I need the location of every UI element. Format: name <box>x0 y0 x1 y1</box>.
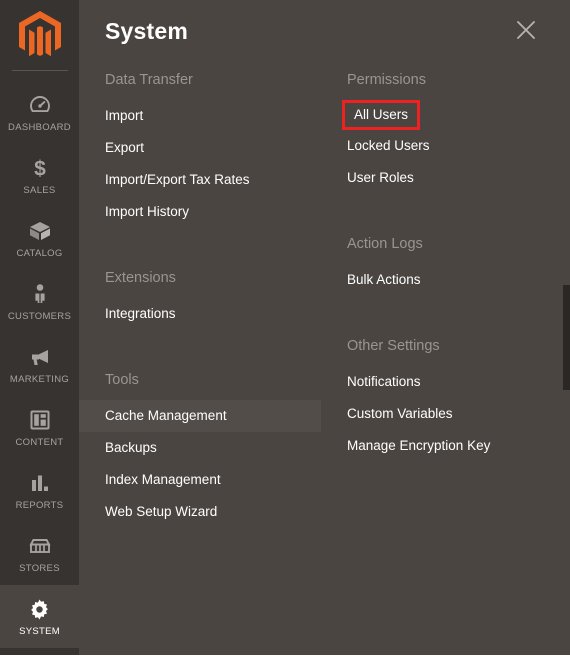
sidebar-divider <box>11 70 68 71</box>
gear-icon <box>27 596 53 622</box>
panel-left-column: Data Transfer Import Export Import/Expor… <box>79 70 321 528</box>
all-users-highlight-box: All Users <box>342 100 421 130</box>
sidebar-item-label: DASHBOARD <box>8 122 71 133</box>
sidebar-item-catalog[interactable]: CATALOG <box>0 207 79 270</box>
menu-item-bulk-actions[interactable]: Bulk Actions <box>321 264 563 296</box>
sidebar-item-label: SALES <box>23 185 56 196</box>
storefront-awning-icon <box>27 533 53 559</box>
panel-right-column: Permissions All Users Locked Users User … <box>321 70 563 528</box>
menu-item-index-management[interactable]: Index Management <box>79 464 321 496</box>
panel-columns: Data Transfer Import Export Import/Expor… <box>79 70 563 528</box>
sidebar-item-label: CATALOG <box>16 248 63 259</box>
magento-logo[interactable] <box>0 0 79 70</box>
menu-item-integrations[interactable]: Integrations <box>79 298 321 330</box>
dashboard-gauge-icon <box>27 92 53 118</box>
close-icon[interactable] <box>513 17 539 43</box>
person-icon <box>27 281 53 307</box>
group-title-permissions: Permissions <box>347 72 426 88</box>
layout-page-icon <box>27 407 53 433</box>
group-title-extensions: Extensions <box>105 270 176 286</box>
sidebar-item-system[interactable]: SYSTEM <box>0 585 79 648</box>
vertical-scrollbar-track[interactable] <box>563 0 570 655</box>
sidebar-item-stores[interactable]: STORES <box>0 522 79 585</box>
sidebar-item-dashboard[interactable]: DASHBOARD <box>0 81 79 144</box>
menu-item-manage-encryption-key[interactable]: Manage Encryption Key <box>321 430 563 462</box>
menu-item-import-history[interactable]: Import History <box>79 196 321 228</box>
group-title-tools: Tools <box>105 372 139 388</box>
sidebar-item-find-partners-extensions[interactable]: FIND PARTNERS & EXTENSIONS <box>0 648 79 655</box>
megaphone-icon <box>27 344 53 370</box>
menu-item-cache-management[interactable]: Cache Management <box>79 400 321 432</box>
dollar-sign-icon: $ <box>27 155 53 181</box>
menu-item-import-export-tax-rates[interactable]: Import/Export Tax Rates <box>79 164 321 196</box>
menu-item-custom-variables[interactable]: Custom Variables <box>321 398 563 430</box>
sidebar-item-label: CUSTOMERS <box>7 311 72 322</box>
svg-text:$: $ <box>34 158 46 181</box>
panel-header: System <box>79 0 563 70</box>
sidebar-item-marketing[interactable]: MARKETING <box>0 333 79 396</box>
group-title-action-logs: Action Logs <box>347 236 423 252</box>
vertical-scrollbar-thumb[interactable] <box>563 285 570 390</box>
sidebar-item-content[interactable]: CONTENT <box>0 396 79 459</box>
menu-item-locked-users[interactable]: Locked Users <box>321 130 563 162</box>
sidebar-item-label: MARKETING <box>9 374 70 385</box>
magento-logo-icon <box>18 11 61 57</box>
group-title-data-transfer: Data Transfer <box>105 72 193 88</box>
menu-item-import[interactable]: Import <box>79 100 321 132</box>
group-title-other-settings: Other Settings <box>347 338 440 354</box>
sidebar-item-reports[interactable]: REPORTS <box>0 459 79 522</box>
admin-sidebar: DASHBOARD $ SALES CATALOG CUSTOMERS MARK… <box>0 0 79 655</box>
bar-chart-icon <box>27 470 53 496</box>
sidebar-item-customers[interactable]: CUSTOMERS <box>0 270 79 333</box>
sidebar-item-label: SYSTEM <box>19 626 60 637</box>
magento-admin-screen: DASHBOARD $ SALES CATALOG CUSTOMERS MARK… <box>0 0 570 668</box>
sidebar-item-sales[interactable]: $ SALES <box>0 144 79 207</box>
menu-item-web-setup-wizard[interactable]: Web Setup Wizard <box>79 496 321 528</box>
sidebar-item-label: STORES <box>19 563 60 574</box>
menu-item-export[interactable]: Export <box>79 132 321 164</box>
box-icon <box>27 218 53 244</box>
menu-item-backups[interactable]: Backups <box>79 432 321 464</box>
stacked-box-icon <box>27 654 53 656</box>
menu-item-user-roles[interactable]: User Roles <box>321 162 563 194</box>
menu-item-notifications[interactable]: Notifications <box>321 366 563 398</box>
sidebar-item-label: CONTENT <box>15 437 64 448</box>
menu-item-all-users[interactable]: All Users <box>349 104 413 126</box>
page-title: System <box>105 18 189 44</box>
sidebar-item-label: REPORTS <box>15 500 64 511</box>
system-flyout-panel: System Data Transfer Import Export Impor… <box>79 0 563 655</box>
